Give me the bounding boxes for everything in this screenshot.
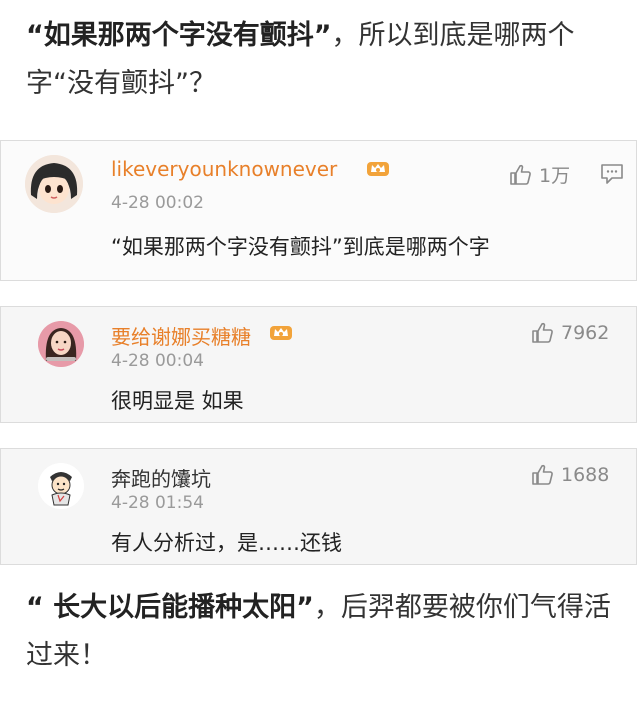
like-count: 1688	[561, 464, 610, 486]
comment-username[interactable]: likeveryounknownever	[111, 157, 337, 181]
like-button[interactable]: 1688	[531, 463, 609, 487]
article-intro-text: “如果那两个字没有颤抖”，所以到底是哪两个字“没有颤抖”？	[26, 12, 626, 108]
comment-card: likeveryounknownever 4-28 00:02 “如果那两个字没…	[0, 140, 637, 281]
woman-avatar-icon	[38, 321, 84, 367]
comment-card: 要给谢娜买糖糖 4-28 00:04 很明显是 如果 7962	[0, 306, 637, 423]
crown-badge-icon	[270, 326, 292, 340]
comment-timestamp: 4-28 01:54	[111, 493, 204, 513]
article-outro-text: “ 长大以后能播种太阳”，后羿都要被你们气得活过来！	[26, 584, 626, 680]
thumbs-up-icon	[532, 322, 553, 343]
comment-timestamp: 4-28 00:02	[111, 193, 204, 213]
article-outro-bold: “ 长大以后能播种太阳”	[26, 592, 314, 623]
comment-content: 很明显是 如果	[111, 389, 244, 413]
girl-avatar-icon	[25, 155, 83, 213]
thumbs-up-icon	[532, 464, 553, 485]
comment-username[interactable]: 要给谢娜买糖糖	[111, 321, 251, 350]
thumbs-up-icon	[510, 164, 531, 185]
article-intro-bold: “如果那两个字没有颤抖”	[26, 20, 332, 51]
comment-card: 奔跑的馕坑 4-28 01:54 有人分析过，是……还钱 1688	[0, 448, 637, 565]
comment-content: 有人分析过，是……还钱	[111, 531, 342, 555]
crown-badge-icon	[367, 162, 389, 176]
comment-timestamp: 4-28 00:04	[111, 351, 204, 371]
like-count: 1万	[539, 165, 571, 187]
like-count: 7962	[561, 322, 610, 344]
cartoon-avatar-icon	[38, 463, 84, 509]
like-button[interactable]: 7962	[531, 321, 609, 345]
comment-content: “如果那两个字没有颤抖”到底是哪两个字	[111, 235, 490, 259]
avatar[interactable]	[38, 321, 84, 367]
like-button[interactable]: 1万	[509, 161, 570, 188]
comment-username[interactable]: 奔跑的馕坑	[111, 463, 211, 492]
avatar[interactable]	[38, 463, 84, 509]
avatar[interactable]	[25, 155, 83, 213]
comment-icon[interactable]	[600, 163, 624, 185]
